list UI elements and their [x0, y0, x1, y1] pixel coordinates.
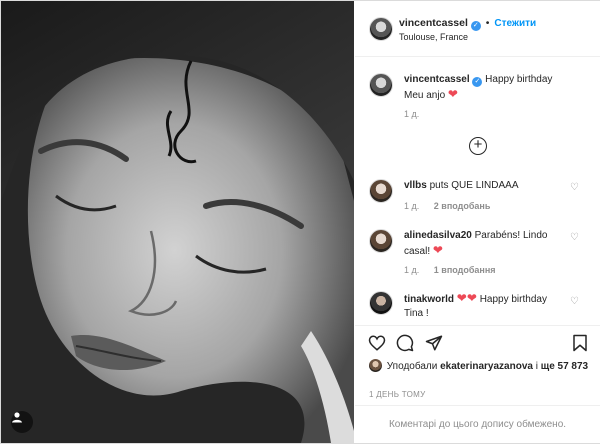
author-line: vincentcassel ✓ • Стежити [399, 17, 536, 31]
comment-avatar[interactable] [369, 229, 393, 253]
comment-avatar[interactable] [369, 179, 393, 203]
comments-list[interactable]: vincentcassel ✓ Happy birthday Meu anjo … [355, 57, 600, 325]
comment-like-icon[interactable]: ♡ [570, 183, 580, 193]
comment-text: alinedasilva20 Parabéns! Lindo casal! ❤ [404, 229, 564, 259]
user-tag-icon [12, 412, 22, 423]
author-avatar[interactable] [369, 17, 393, 41]
caption-meta: 1 д. [404, 109, 419, 119]
caption-text: vincentcassel ✓ Happy birthday Meu anjo … [404, 73, 564, 103]
comment-meta: 1 д. 1 вподобання [404, 265, 496, 275]
likes-prefix: Уподобали [386, 361, 438, 372]
likes-summary: Уподобали ekaterinaryazanova і ще 57 873 [369, 359, 594, 373]
verified-icon: ✓ [472, 77, 483, 87]
user-tag-button[interactable] [11, 411, 33, 433]
comments-disabled-notice: Коментарі до цього допису обмежено. [355, 405, 600, 443]
heart-icon[interactable] [368, 334, 386, 352]
portrait-image [1, 1, 354, 443]
likes-middle: і [535, 361, 538, 372]
instagram-post: vincentcassel ✓ • Стежити Toulouse, Fran… [0, 0, 600, 444]
heart-emoji: ❤❤ [456, 291, 477, 305]
post-timestamp[interactable]: 1 ДЕНЬ ТОМУ [369, 390, 425, 399]
header-separator: • [485, 17, 490, 29]
comment-meta: 1 д. 2 вподобань [404, 201, 490, 211]
comment-time[interactable]: 1 д. [404, 265, 419, 275]
comment-username[interactable]: vllbs [404, 180, 427, 191]
post-side-panel: vincentcassel ✓ • Стежити Toulouse, Fran… [355, 1, 600, 443]
caption-username[interactable]: vincentcassel [404, 74, 470, 85]
follow-button[interactable]: Стежити [494, 18, 536, 29]
comment-avatar[interactable] [369, 291, 393, 315]
liker-avatar[interactable] [369, 359, 382, 372]
heart-emoji: ❤ [447, 87, 458, 101]
share-icon[interactable] [425, 334, 443, 352]
comment-like-icon[interactable]: ♡ [570, 297, 580, 307]
heart-emoji: ❤ [432, 243, 443, 257]
comment-likes-count[interactable]: 2 вподобань [434, 201, 491, 211]
comment-likes-count[interactable]: 1 вподобання [434, 265, 496, 275]
add-comments-icon[interactable]: + [469, 137, 487, 155]
post-location[interactable]: Toulouse, France [399, 32, 468, 42]
comment-username[interactable]: tinakworld [404, 294, 454, 305]
bookmark-icon[interactable] [571, 334, 589, 352]
liker-username[interactable]: ekaterinaryazanova [440, 361, 533, 372]
comment-like-icon[interactable]: ♡ [570, 233, 580, 243]
comment-time[interactable]: 1 д. [404, 201, 419, 211]
post-photo[interactable] [1, 1, 354, 443]
comment-icon[interactable] [396, 334, 414, 352]
caption-time[interactable]: 1 д. [404, 109, 419, 119]
comment-body: puts QUE LINDAAA [429, 180, 519, 191]
author-username[interactable]: vincentcassel [399, 17, 468, 29]
action-bar [355, 325, 600, 355]
verified-icon: ✓ [470, 21, 481, 31]
post-header: vincentcassel ✓ • Стежити Toulouse, Fran… [355, 1, 600, 57]
comment-username[interactable]: alinedasilva20 [404, 230, 472, 241]
comment-text: vllbs puts QUE LINDAAA [404, 179, 564, 193]
likes-count-button[interactable]: ще 57 873 [541, 361, 588, 372]
comment-text: tinakworld ❤❤ Happy birthday Tina ! [404, 291, 564, 321]
caption-avatar[interactable] [369, 73, 393, 97]
